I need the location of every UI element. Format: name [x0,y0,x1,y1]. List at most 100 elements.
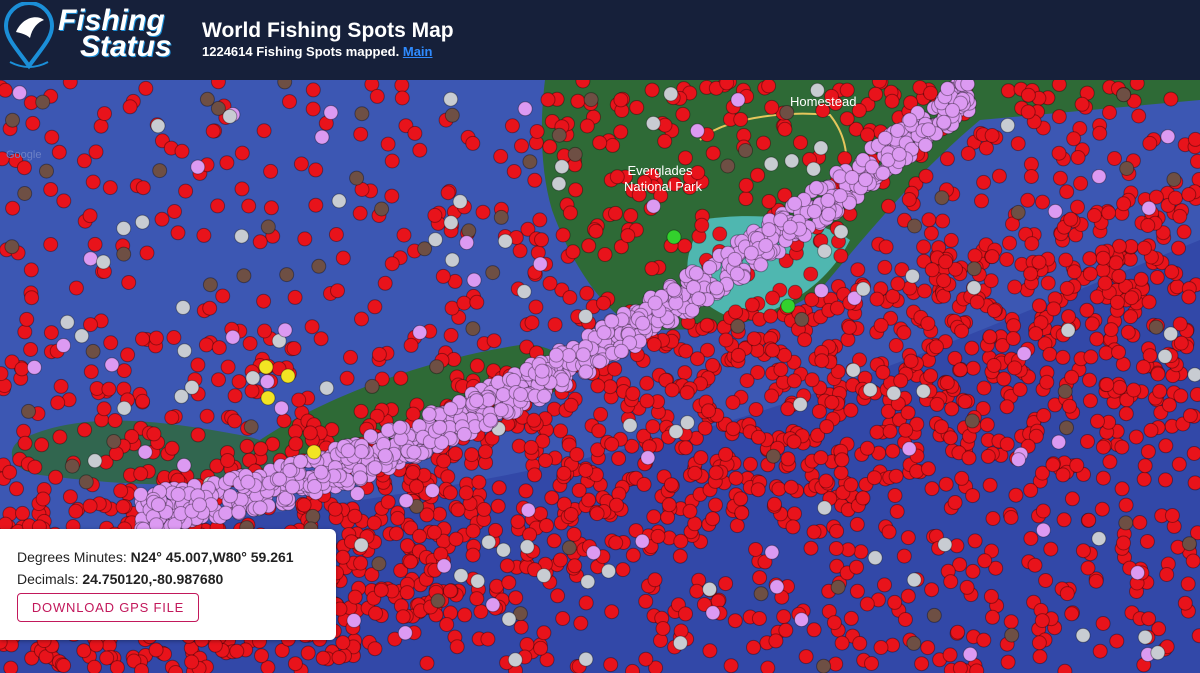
fishing-spot-marker[interactable] [1092,125,1108,141]
fishing-spot-marker[interactable] [5,112,20,128]
fishing-spot-marker[interactable] [987,303,1002,319]
fishing-spot-marker[interactable] [751,429,766,445]
fishing-spot-marker[interactable] [43,182,59,197]
fishing-spot-marker[interactable] [305,508,321,524]
fishing-spot-marker[interactable] [1082,266,1098,282]
fishing-spot-marker[interactable] [635,315,651,331]
fishing-spot-marker[interactable] [806,161,822,177]
fishing-spot-marker[interactable] [887,488,903,503]
fishing-spot-marker[interactable] [96,401,112,417]
fishing-spot-marker[interactable] [16,160,32,176]
fishing-spot-marker[interactable] [629,100,645,115]
fishing-spot-marker[interactable] [190,159,206,175]
fishing-spot-marker[interactable] [586,545,601,561]
fishing-spot-marker[interactable] [319,380,335,396]
fishing-spot-marker[interactable] [1187,367,1200,383]
fishing-spot-marker[interactable] [1102,454,1118,470]
fishing-spot-marker[interactable] [421,406,437,422]
fishing-spot-marker[interactable] [850,262,866,278]
fishing-spot-marker[interactable] [708,465,724,481]
fishing-spot-marker[interactable] [661,497,677,513]
fishing-spot-marker[interactable] [62,489,78,505]
fishing-spot-marker[interactable] [583,92,599,108]
fishing-spot-marker[interactable] [934,190,950,206]
fishing-spot-marker[interactable] [77,422,93,438]
fishing-spot-marker[interactable] [575,347,591,363]
fishing-spot-marker[interactable] [923,368,939,384]
fishing-spot-marker[interactable] [952,660,968,673]
fishing-spot-marker[interactable] [828,656,844,672]
fishing-spot-marker[interactable] [1186,446,1200,461]
fishing-spot-marker[interactable] [729,266,745,282]
fishing-spot-marker[interactable] [1139,534,1155,549]
fishing-spot-marker[interactable] [534,232,549,248]
fishing-spot-marker[interactable] [135,393,151,409]
fishing-spot-marker[interactable] [750,482,766,498]
fishing-spot-marker[interactable] [528,299,544,315]
fishing-spot-marker[interactable] [769,579,785,595]
fishing-spot-marker[interactable] [277,322,293,338]
fishing-spot-marker[interactable] [738,143,753,158]
fishing-spot-marker[interactable] [705,357,720,373]
fishing-spot-marker[interactable] [1090,413,1105,429]
fishing-spot-marker[interactable] [890,123,905,138]
fishing-spot-marker[interactable] [933,419,949,435]
fishing-spot-marker[interactable] [964,340,980,356]
fishing-spot-marker[interactable] [1111,344,1126,360]
fishing-spot-marker[interactable] [1020,87,1036,103]
fishing-spot-marker[interactable] [563,397,579,413]
fishing-spot-marker[interactable] [39,163,54,179]
fishing-spot-marker[interactable] [443,91,459,107]
fishing-spot-marker[interactable] [308,162,324,178]
fishing-spot-marker[interactable] [522,154,538,170]
fishing-spot-marker[interactable] [482,412,498,428]
fishing-spot-marker[interactable] [1059,420,1074,436]
fishing-spot-marker[interactable] [817,500,832,516]
fishing-spot-marker[interactable] [369,88,385,104]
fishing-spot-marker[interactable] [764,544,780,560]
fishing-spot-marker[interactable] [152,163,168,179]
fishing-spot-marker[interactable] [252,500,268,516]
fishing-spot-marker[interactable] [561,540,577,556]
fishing-spot-marker[interactable] [234,181,250,197]
fishing-spot-marker[interactable] [961,450,977,466]
fishing-spot-marker[interactable] [260,219,276,235]
fishing-spot-marker[interactable] [293,453,309,469]
fishing-spot-marker[interactable] [120,347,136,363]
fishing-spot-marker[interactable] [234,145,250,161]
fishing-spot-marker[interactable] [794,612,809,628]
fishing-spot-marker[interactable] [906,572,922,588]
fishing-spot-marker[interactable] [868,86,884,102]
fishing-spot-marker[interactable] [393,370,409,386]
fishing-spot-marker[interactable] [540,92,556,108]
fishing-spot-marker[interactable] [709,280,724,296]
fishing-spot-marker[interactable] [1006,318,1022,334]
fishing-spot-marker[interactable] [738,177,754,193]
fishing-spot-marker[interactable] [869,291,885,307]
fishing-spot-marker[interactable] [518,483,534,499]
fishing-spot-marker[interactable] [480,631,496,647]
fishing-spot-marker[interactable] [150,497,166,513]
fishing-spot-marker[interactable] [778,622,794,638]
fishing-spot-marker[interactable] [746,331,762,347]
fishing-spot-marker[interactable] [493,209,509,225]
fishing-spot-marker[interactable] [725,395,741,410]
fishing-spot-marker[interactable] [554,372,570,388]
fishing-spot-marker[interactable] [257,323,272,339]
fishing-spot-marker[interactable] [53,378,69,394]
fishing-spot-marker[interactable] [896,548,912,564]
fishing-spot-marker[interactable] [469,393,485,409]
fishing-spot-marker[interactable] [35,94,51,110]
fishing-spot-marker[interactable] [613,343,629,359]
fishing-spot-marker[interactable] [744,297,760,313]
fishing-spot-marker[interactable] [82,498,98,514]
fishing-spot-marker[interactable] [444,107,460,123]
fishing-spot-marker[interactable] [1118,406,1134,422]
fishing-spot-marker[interactable] [976,174,992,190]
fishing-spot-marker[interactable] [966,280,982,296]
fishing-spot-marker[interactable] [705,511,721,527]
fishing-spot-marker[interactable] [920,316,936,331]
fishing-spot-marker[interactable] [596,295,611,311]
fishing-spot-marker[interactable] [516,284,532,300]
fishing-spot-marker[interactable] [176,457,192,473]
